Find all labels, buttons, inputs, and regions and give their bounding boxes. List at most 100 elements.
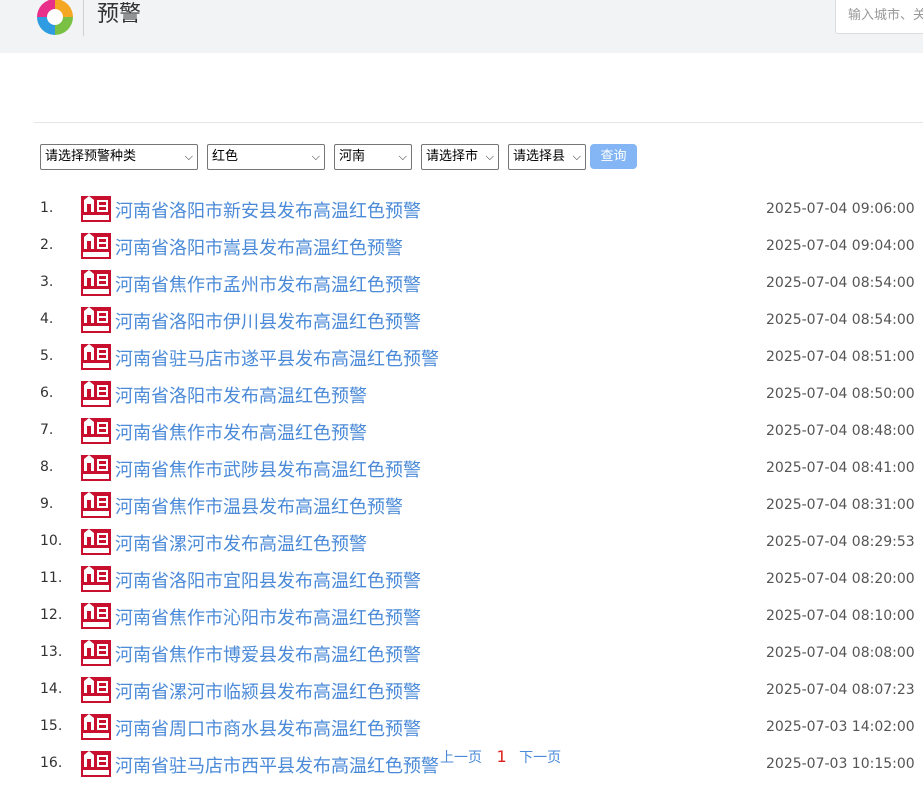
warning-icon xyxy=(81,381,111,407)
pagination: 上一页 1 下一页 xyxy=(440,747,561,767)
list-item: 2. 河南省洛阳市嵩县发布高温红色预警 2025-07-04 09:04:00 xyxy=(0,228,923,265)
prev-page-link[interactable]: 上一页 xyxy=(440,747,482,767)
warning-title-link[interactable]: 河南省漯河市发布高温红色预警 xyxy=(115,530,367,556)
list-item: 6. 河南省洛阳市发布高温红色预警 2025-07-04 08:50:00 xyxy=(0,376,923,413)
warning-title-link[interactable]: 河南省洛阳市新安县发布高温红色预警 xyxy=(115,197,421,223)
current-page-number[interactable]: 1 xyxy=(496,747,506,766)
warning-icon xyxy=(81,492,111,518)
warning-title-link[interactable]: 河南省洛阳市嵩县发布高温红色预警 xyxy=(115,234,403,260)
warning-time: 2025-07-04 08:29:53 xyxy=(766,534,915,550)
warning-time: 2025-07-04 09:04:00 xyxy=(766,238,915,254)
warning-title-link[interactable]: 河南省驻马店市西平县发布高温红色预警 xyxy=(115,752,439,778)
list-item-index: 8. xyxy=(40,459,54,475)
warning-time: 2025-07-04 08:50:00 xyxy=(766,386,915,402)
warning-title-link[interactable]: 河南省焦作市孟州市发布高温红色预警 xyxy=(115,271,421,297)
warning-icon xyxy=(81,566,111,592)
warning-time: 2025-07-04 08:31:00 xyxy=(766,497,915,513)
warning-title-link[interactable]: 河南省焦作市沁阳市发布高温红色预警 xyxy=(115,604,421,630)
list-item-index: 15. xyxy=(40,718,63,734)
county-select[interactable]: 请选择县 ⌵ xyxy=(508,144,586,170)
list-item-index: 4. xyxy=(40,311,54,327)
warning-icon xyxy=(81,307,111,333)
chevron-down-icon: ⌵ xyxy=(572,150,581,163)
list-item: 13. 河南省焦作市博爱县发布高温红色预警 2025-07-04 08:08:0… xyxy=(0,635,923,672)
list-item-index: 9. xyxy=(40,496,54,512)
warning-icon xyxy=(81,603,111,629)
warning-title-link[interactable]: 河南省洛阳市发布高温红色预警 xyxy=(115,382,367,408)
warning-title-link[interactable]: 河南省漯河市临颍县发布高温红色预警 xyxy=(115,678,421,704)
warning-icon xyxy=(81,196,111,222)
warning-icon xyxy=(81,677,111,703)
header-divider xyxy=(83,0,84,36)
query-button[interactable]: 查询 xyxy=(590,144,637,169)
warning-icon xyxy=(81,714,111,740)
list-item: 1. 河南省洛阳市新安县发布高温红色预警 2025-07-04 09:06:00 xyxy=(0,191,923,228)
warning-time: 2025-07-04 08:51:00 xyxy=(766,349,915,365)
warning-time: 2025-07-04 09:06:00 xyxy=(766,201,915,217)
list-item-index: 5. xyxy=(40,348,54,364)
list-item-index: 12. xyxy=(40,607,63,623)
top-header: 预警 输入城市、关键词 xyxy=(0,0,923,53)
warning-title-link[interactable]: 河南省周口市商水县发布高温红色预警 xyxy=(115,715,421,741)
chevron-down-icon: ⌵ xyxy=(311,150,320,163)
warning-title-link[interactable]: 河南省驻马店市遂平县发布高温红色预警 xyxy=(115,345,439,371)
warning-type-select-value: 请选择预警种类 xyxy=(45,149,137,164)
list-item-index: 6. xyxy=(40,385,54,401)
list-item: 8. 河南省焦作市武陟县发布高温红色预警 2025-07-04 08:41:00 xyxy=(0,450,923,487)
warning-title-link[interactable]: 河南省洛阳市宜阳县发布高温红色预警 xyxy=(115,567,421,593)
list-item: 9. 河南省焦作市温县发布高温红色预警 2025-07-04 08:31:00 xyxy=(0,487,923,524)
warning-icon xyxy=(81,640,111,666)
list-item-index: 16. xyxy=(40,755,63,771)
list-item-index: 14. xyxy=(40,681,63,697)
warning-icon xyxy=(81,344,111,370)
warning-time: 2025-07-04 08:10:00 xyxy=(766,608,915,624)
chevron-down-icon: ⌵ xyxy=(184,150,193,163)
list-item-index: 13. xyxy=(40,644,63,660)
list-item: 4. 河南省洛阳市伊川县发布高温红色预警 2025-07-04 08:54:00 xyxy=(0,302,923,339)
warning-title-link[interactable]: 河南省焦作市武陟县发布高温红色预警 xyxy=(115,456,421,482)
logo-icon[interactable] xyxy=(34,0,76,38)
warning-icon xyxy=(81,418,111,444)
warning-icon xyxy=(81,455,111,481)
warning-time: 2025-07-03 10:15:00 xyxy=(766,756,915,772)
list-item: 10. 河南省漯河市发布高温红色预警 2025-07-04 08:29:53 xyxy=(0,524,923,561)
county-select-value: 请选择县 xyxy=(513,149,566,164)
warning-icon xyxy=(81,751,111,777)
section-divider xyxy=(34,122,923,123)
warning-time: 2025-07-04 08:08:00 xyxy=(766,645,915,661)
warning-icon xyxy=(81,233,111,259)
search-input[interactable]: 输入城市、关键词 xyxy=(835,0,923,34)
list-item: 14. 河南省漯河市临颍县发布高温红色预警 2025-07-04 08:07:2… xyxy=(0,672,923,709)
warning-icon xyxy=(81,270,111,296)
warning-title-link[interactable]: 河南省洛阳市伊川县发布高温红色预警 xyxy=(115,308,421,334)
province-select-value: 河南 xyxy=(339,149,366,164)
warning-time: 2025-07-04 08:07:23 xyxy=(766,682,915,698)
list-item-index: 2. xyxy=(40,237,54,253)
warning-time: 2025-07-04 08:48:00 xyxy=(766,423,915,439)
warning-title-link[interactable]: 河南省焦作市温县发布高温红色预警 xyxy=(115,493,403,519)
warning-time: 2025-07-04 08:54:00 xyxy=(766,312,915,328)
warning-title-link[interactable]: 河南省焦作市博爱县发布高温红色预警 xyxy=(115,641,421,667)
warning-time: 2025-07-04 08:41:00 xyxy=(766,460,915,476)
list-item: 7. 河南省焦作市发布高温红色预警 2025-07-04 08:48:00 xyxy=(0,413,923,450)
warning-icon xyxy=(81,529,111,555)
list-item-index: 11. xyxy=(40,570,63,586)
list-item-index: 7. xyxy=(40,422,54,438)
list-item: 12. 河南省焦作市沁阳市发布高温红色预警 2025-07-04 08:10:0… xyxy=(0,598,923,635)
list-item-index: 3. xyxy=(40,274,54,290)
chevron-down-icon: ⌵ xyxy=(485,150,494,163)
list-item: 11. 河南省洛阳市宜阳县发布高温红色预警 2025-07-04 08:20:0… xyxy=(0,561,923,598)
list-item: 5. 河南省驻马店市遂平县发布高温红色预警 2025-07-04 08:51:0… xyxy=(0,339,923,376)
color-select-value: 红色 xyxy=(212,149,239,164)
list-item: 15. 河南省周口市商水县发布高温红色预警 2025-07-03 14:02:0… xyxy=(0,709,923,746)
warning-title-link[interactable]: 河南省焦作市发布高温红色预警 xyxy=(115,419,367,445)
next-page-link[interactable]: 下一页 xyxy=(519,747,561,767)
color-select[interactable]: 红色 ⌵ xyxy=(207,144,325,170)
city-select-value: 请选择市 xyxy=(426,149,479,164)
list-item-index: 10. xyxy=(40,533,63,549)
province-select[interactable]: 河南 ⌵ xyxy=(334,144,412,170)
warning-time: 2025-07-04 08:20:00 xyxy=(766,571,915,587)
warning-type-select[interactable]: 请选择预警种类 ⌵ xyxy=(40,144,198,170)
warning-time: 2025-07-04 08:54:00 xyxy=(766,275,915,291)
city-select[interactable]: 请选择市 ⌵ xyxy=(421,144,499,170)
